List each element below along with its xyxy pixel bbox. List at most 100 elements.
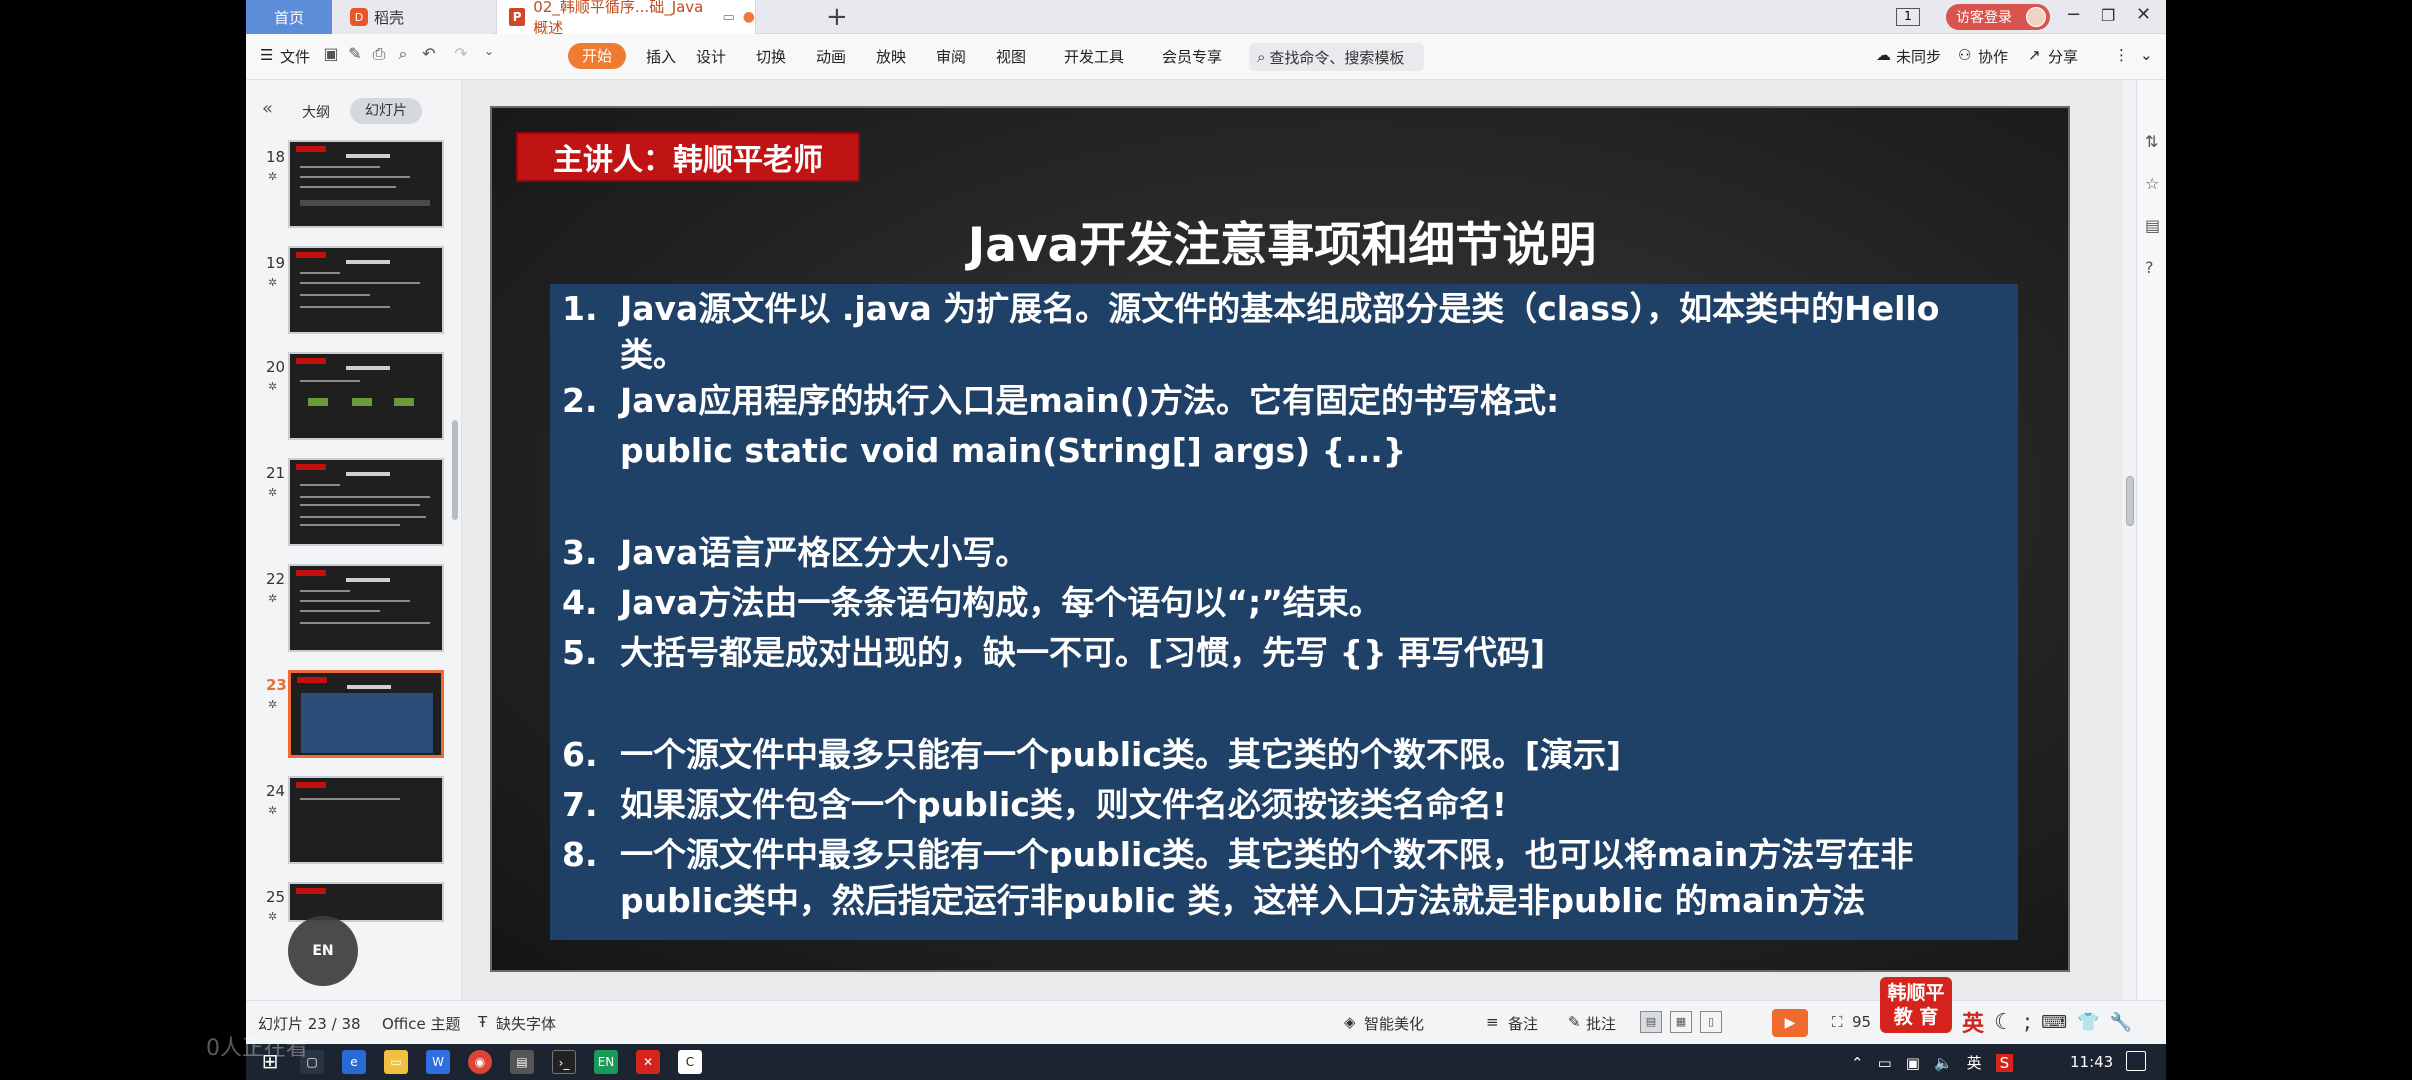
unsynced-status[interactable]: 未同步 — [1896, 46, 1941, 67]
restore-button[interactable]: ❐ — [2101, 6, 2115, 25]
new-tab-button[interactable]: + — [826, 2, 848, 32]
tab-animation[interactable]: 动画 — [816, 46, 846, 67]
slide-thumbnail-panel: « 大纲 幻灯片 18 ✲ 19 ✲ 20 ✲ 21 ✲ 22 ✲ 23 ✲ 2… — [246, 80, 462, 1000]
tab-insert[interactable]: 插入 — [646, 46, 676, 67]
smart-beautify-button[interactable]: 智能美化 — [1364, 1013, 1424, 1034]
tray-ime[interactable]: 英 — [1967, 1052, 1982, 1073]
wps-taskbar-icon[interactable]: W — [426, 1050, 450, 1074]
ime-language[interactable]: 英 — [1962, 1006, 1984, 1038]
current-slide[interactable]: 主讲人：韩顺平老师 Java开发注意事项和细节说明 1. Java源文件以 .ja… — [490, 106, 2070, 972]
vertical-scrollbar[interactable] — [2122, 80, 2136, 1000]
save-icon[interactable]: ▣ — [320, 44, 342, 66]
slide-thumbnail-21[interactable] — [288, 458, 444, 546]
floating-language-badge[interactable]: EN — [288, 916, 358, 986]
outline-view-tab[interactable]: 大纲 — [302, 102, 330, 122]
tab-document[interactable]: P 02_韩顺平循序...础_Java概述 ▭ ● — [496, 0, 756, 37]
print-icon[interactable]: ⎙ — [368, 44, 390, 66]
collapse-ribbon-icon[interactable]: ⌄ — [2140, 46, 2153, 64]
tab-view[interactable]: 视图 — [996, 46, 1026, 67]
list-item-text: public static void main(String[] args) {… — [620, 431, 1407, 470]
skin-icon[interactable]: 👕 — [2077, 1012, 2099, 1033]
reading-view-button[interactable]: ▯ — [1700, 1011, 1722, 1033]
ime-toolbar[interactable]: 英 ☾ ; ⌨ 👕 🔧 — [1962, 1006, 2132, 1038]
viewer-count-overlay: 0人正在看 — [206, 1036, 308, 1061]
window-count-badge[interactable]: 1 — [1896, 8, 1920, 26]
thumbnail-scrollbar[interactable] — [452, 420, 458, 520]
en-app-icon[interactable]: EN — [594, 1050, 618, 1074]
system-clock[interactable]: 11:43 — [2070, 1053, 2113, 1071]
wps-window: 首页 D 稻壳 P 02_韩顺平循序...础_Java概述 ▭ ● + 1 访客… — [246, 0, 2166, 1080]
tab-review[interactable]: 审阅 — [936, 46, 966, 67]
slide-thumbnail-23[interactable] — [288, 670, 444, 758]
battery-icon[interactable]: ▭ — [1878, 1054, 1892, 1072]
tab-slideshow[interactable]: 放映 — [876, 46, 906, 67]
collaborate-icon: ⚇ — [1958, 46, 1972, 64]
monitor-icon[interactable]: ▭ — [722, 10, 734, 25]
chevron-up-icon[interactable]: ⌃ — [1851, 1054, 1864, 1072]
network-icon[interactable]: ▣ — [1906, 1054, 1920, 1072]
fit-window-icon[interactable]: ⛶ — [1832, 1013, 1843, 1031]
sogou-icon[interactable]: S — [1995, 1053, 2014, 1072]
properties-icon[interactable]: ⇅ — [2145, 132, 2158, 151]
share-button[interactable]: 分享 — [2048, 46, 2078, 67]
slide-sorter-view-button[interactable]: ▦ — [1670, 1011, 1692, 1033]
punctuation-icon[interactable]: ; — [2024, 1010, 2031, 1035]
zoom-level[interactable]: 95 — [1852, 1013, 1871, 1031]
tab-docer[interactable]: D 稻壳 — [332, 0, 492, 34]
terminal-icon[interactable]: ›_ — [552, 1050, 576, 1074]
slide-thumbnail-20[interactable] — [288, 352, 444, 440]
file-explorer-icon[interactable]: ▭ — [384, 1050, 408, 1074]
slide-number: 22 — [266, 570, 286, 588]
tools-icon[interactable]: 🔧 — [2110, 1012, 2132, 1033]
edge-browser-icon[interactable]: e — [342, 1050, 366, 1074]
capture-app-icon[interactable]: C — [678, 1050, 702, 1074]
slide-number: 25 — [266, 888, 286, 906]
undo-icon[interactable]: ↶ — [418, 44, 440, 66]
hamburger-icon[interactable]: ☰ — [260, 46, 273, 64]
tab-transition[interactable]: 切换 — [756, 46, 786, 67]
print-preview-icon[interactable]: ⌕ — [392, 44, 414, 66]
slide-thumbnail-19[interactable] — [288, 246, 444, 334]
layout-icon[interactable]: ▤ — [2145, 216, 2160, 235]
slide-thumbnail-18[interactable] — [288, 140, 444, 228]
notepad-icon[interactable]: ▤ — [510, 1050, 534, 1074]
volume-icon[interactable]: 🔈 — [1934, 1054, 1953, 1072]
command-search-box[interactable]: ⌕ 查找命令、搜索模板 — [1249, 43, 1424, 71]
slide-thumbnail-24[interactable] — [288, 776, 444, 864]
content-textbox[interactable]: 1. Java源文件以 .java 为扩展名。源文件的基本组成部分是类（class… — [550, 284, 2018, 940]
slides-view-tab[interactable]: 幻灯片 — [350, 98, 422, 124]
slide-thumbnail-22[interactable] — [288, 564, 444, 652]
tab-developer[interactable]: 开发工具 — [1064, 46, 1124, 67]
tab-design[interactable]: 设计 — [696, 46, 726, 67]
list-item-text: Java源文件以 .java 为扩展名。源文件的基本组成部分是类（class），… — [620, 289, 1940, 374]
chrome-icon[interactable]: ◉ — [468, 1050, 492, 1074]
notes-button[interactable]: 备注 — [1508, 1013, 1538, 1034]
animation-pane-icon[interactable]: ☆ — [2145, 174, 2159, 193]
keyboard-icon[interactable]: ⌨ — [2041, 1012, 2067, 1033]
missing-font-button[interactable]: 缺失字体 — [496, 1013, 556, 1034]
file-menu[interactable]: 文件 — [280, 46, 310, 67]
tab-home[interactable]: 首页 — [246, 0, 332, 34]
notification-icon[interactable] — [2126, 1051, 2146, 1071]
close-button[interactable]: ✕ — [2136, 4, 2151, 25]
slide-thumbnail-25[interactable] — [288, 882, 444, 922]
tab-start[interactable]: 开始 — [568, 43, 626, 69]
play-slideshow-button[interactable]: ▶ — [1772, 1009, 1808, 1037]
more-icon[interactable]: ⋮ — [2114, 46, 2129, 64]
moon-icon[interactable]: ☾ — [1994, 1010, 2014, 1035]
theme-name[interactable]: Office 主题 — [382, 1013, 461, 1034]
normal-view-button[interactable]: ▤ — [1640, 1011, 1662, 1033]
minimize-button[interactable]: − — [2066, 4, 2081, 25]
tab-member[interactable]: 会员专享 — [1162, 46, 1222, 67]
format-painter-icon[interactable]: ✎ — [344, 44, 366, 66]
xmind-icon[interactable]: ✕ — [636, 1050, 660, 1074]
help-icon[interactable]: ? — [2145, 258, 2154, 277]
scrollbar-thumb[interactable] — [2126, 476, 2134, 526]
collapse-panel-icon[interactable]: « — [262, 98, 273, 119]
status-bar: 幻灯片 23 / 38 Office 主题 Ŧ 缺失字体 ◈ 智能美化 ≡ 备注… — [246, 977, 2166, 1044]
collaborate-button[interactable]: 协作 — [1978, 46, 2008, 67]
chevron-down-icon[interactable]: ⌄ — [478, 44, 500, 66]
redo-icon[interactable]: ↷ — [450, 44, 472, 66]
guest-login-button[interactable]: 访客登录 — [1946, 4, 2050, 30]
comments-button[interactable]: 批注 — [1586, 1013, 1616, 1034]
